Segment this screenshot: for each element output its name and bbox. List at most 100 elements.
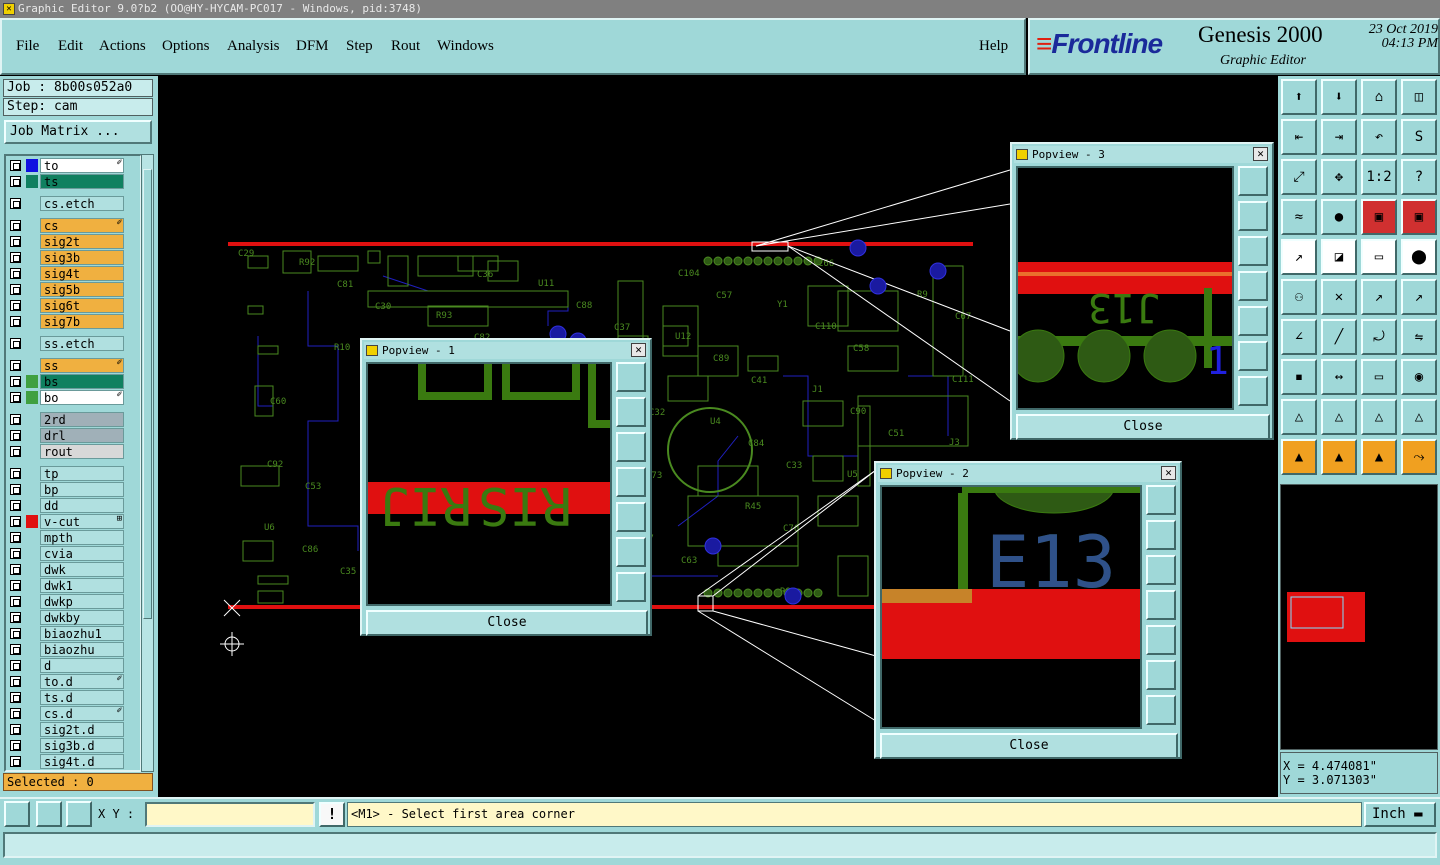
layer-row[interactable]: dwk1 (8, 578, 126, 593)
layer-name[interactable]: dwk1 (40, 578, 124, 593)
triangle-c-icon[interactable]: △ (1401, 399, 1437, 435)
layer-checkbox[interactable] (10, 484, 21, 495)
layer-checkbox[interactable] (10, 160, 21, 171)
menu-dfm[interactable]: DFM (296, 38, 329, 55)
zoom-out-icon[interactable]: ⬇ (1321, 79, 1357, 115)
layer-row[interactable]: bp (8, 482, 126, 497)
select-arrow-icon[interactable]: ▲ (1281, 439, 1317, 475)
layer-name[interactable]: ts.d (40, 690, 124, 705)
layer-name[interactable]: dwkp (40, 594, 124, 609)
layer-row[interactable]: v-cut ⊞ (8, 514, 126, 529)
layer-name[interactable]: sig4t (40, 266, 124, 281)
layer-checkbox[interactable] (10, 268, 21, 279)
graphic-canvas[interactable]: C29C30C31C32C33C34C35C36C37C41C51C53C55C… (158, 76, 1278, 797)
layer-checkbox[interactable] (10, 532, 21, 543)
popview-zoom-out-button[interactable] (1146, 695, 1176, 725)
layer-name[interactable]: ss (40, 358, 124, 373)
layer-checkbox[interactable] (10, 468, 21, 479)
layer-color-swatch[interactable] (26, 175, 38, 188)
layer-row[interactable]: bo ✐ (8, 390, 126, 405)
layer-checkbox[interactable] (10, 236, 21, 247)
layer-name[interactable]: ts (40, 174, 124, 189)
popview-3-titlebar[interactable]: Popview - 3 ✕ (1014, 146, 1270, 163)
layer-name[interactable]: to (40, 158, 124, 173)
layer-checkbox[interactable] (10, 708, 21, 719)
line-icon[interactable]: ◪ (1321, 239, 1357, 275)
select-dot-icon[interactable]: ⬤ (1401, 239, 1437, 275)
layer-name[interactable]: sig5b (40, 282, 124, 297)
layer-row[interactable]: d (8, 658, 126, 673)
layer-row[interactable]: sig4t (8, 266, 126, 281)
layer-row[interactable]: sig2t (8, 234, 126, 249)
arrow-point-icon[interactable]: ↗ (1361, 279, 1397, 315)
layer-name[interactable]: biaozhu (40, 642, 124, 657)
popview-pan-left-button[interactable] (1238, 271, 1268, 301)
s-curve-icon[interactable]: S (1401, 119, 1437, 155)
move-box-icon[interactable]: ▭ (1361, 359, 1397, 395)
measure-icon[interactable] (36, 801, 62, 827)
layer-row[interactable]: ss ✐ (8, 358, 126, 373)
layer-row[interactable]: sig7b (8, 314, 126, 329)
shapes-icon[interactable]: ◉ (1401, 359, 1437, 395)
layer-name[interactable]: to.d (40, 674, 124, 689)
layer-checkbox[interactable] (10, 676, 21, 687)
scrollbar-thumb[interactable] (143, 169, 152, 619)
layer-name[interactable]: bo (40, 390, 124, 405)
menu-actions[interactable]: Actions (99, 38, 146, 55)
layer-row[interactable]: mpth (8, 530, 126, 545)
layer-checkbox[interactable] (10, 376, 21, 387)
menu-edit[interactable]: Edit (58, 38, 83, 55)
layer-checkbox[interactable] (10, 220, 21, 231)
layer-color-swatch[interactable] (26, 159, 38, 172)
layer-name[interactable]: bs (40, 374, 124, 389)
layer-name[interactable]: dwk (40, 562, 124, 577)
popview-pan-right-button[interactable] (616, 502, 646, 532)
popview-1-titlebar[interactable]: Popview - 1 ✕ (364, 342, 648, 359)
layer-name[interactable]: dwkby (40, 610, 124, 625)
popview-2-titlebar[interactable]: Popview - 2 ✕ (878, 465, 1178, 482)
window-split-icon[interactable]: ◫ (1401, 79, 1437, 115)
warning-icon[interactable]: ! (319, 802, 345, 827)
layer-checkbox[interactable] (10, 660, 21, 671)
snap-point-icon[interactable]: ▪ (1281, 359, 1317, 395)
layer-name[interactable]: sig2t.d (40, 722, 124, 737)
layer-row[interactable]: bs (8, 374, 126, 389)
popview-pan-left-button[interactable] (1146, 590, 1176, 620)
layer-row[interactable]: dwkby (8, 610, 126, 625)
layer-checkbox[interactable] (10, 724, 21, 735)
layer-row[interactable]: cs.d ✐ (8, 706, 126, 721)
popview-pan-up-button[interactable] (1238, 201, 1268, 231)
layer-name[interactable]: cvia (40, 546, 124, 561)
layer-checkbox[interactable] (10, 446, 21, 457)
layer-checkbox[interactable] (10, 316, 21, 327)
popview-zoom-fit-button[interactable] (616, 362, 646, 392)
layer-row[interactable]: ts (8, 174, 126, 189)
popview-2-close-button[interactable]: Close (880, 733, 1178, 759)
select-box-2-icon[interactable]: ▲ (1361, 439, 1397, 475)
connect-icon[interactable]: ⚇ (1281, 279, 1317, 315)
popview-3-close-icon[interactable]: ✕ (1253, 147, 1268, 161)
layer-name[interactable]: biaozhu1 (40, 626, 124, 641)
menu-options[interactable]: Options (162, 38, 210, 55)
layer-name[interactable]: rout (40, 444, 124, 459)
popview-zoom-in-button[interactable] (1146, 660, 1176, 690)
layer-name[interactable]: mpth (40, 530, 124, 545)
popview-pan-right-button[interactable] (1146, 625, 1176, 655)
popview-zoom-fit-button[interactable] (1146, 485, 1176, 515)
layer-checkbox[interactable] (10, 516, 21, 527)
layer-checkbox[interactable] (10, 644, 21, 655)
layer-name[interactable]: sig6t (40, 298, 124, 313)
board-minimap[interactable] (1280, 484, 1438, 750)
layer-row[interactable]: sig3b.d (8, 738, 126, 753)
layer-checkbox[interactable] (10, 756, 21, 767)
popview-1-close-button[interactable]: Close (366, 610, 648, 636)
popview-2-close-icon[interactable]: ✕ (1161, 466, 1176, 480)
popview-pan-down-button[interactable] (1238, 236, 1268, 266)
layer-row[interactable]: sig3b (8, 250, 126, 265)
layer-name[interactable]: tp (40, 466, 124, 481)
popview-pan-right-button[interactable] (1238, 306, 1268, 336)
layer-checkbox[interactable] (10, 300, 21, 311)
angle-icon[interactable]: ∠ (1281, 319, 1317, 355)
layer-checkbox[interactable] (10, 360, 21, 371)
layer-row[interactable]: to ✐ (8, 158, 126, 173)
